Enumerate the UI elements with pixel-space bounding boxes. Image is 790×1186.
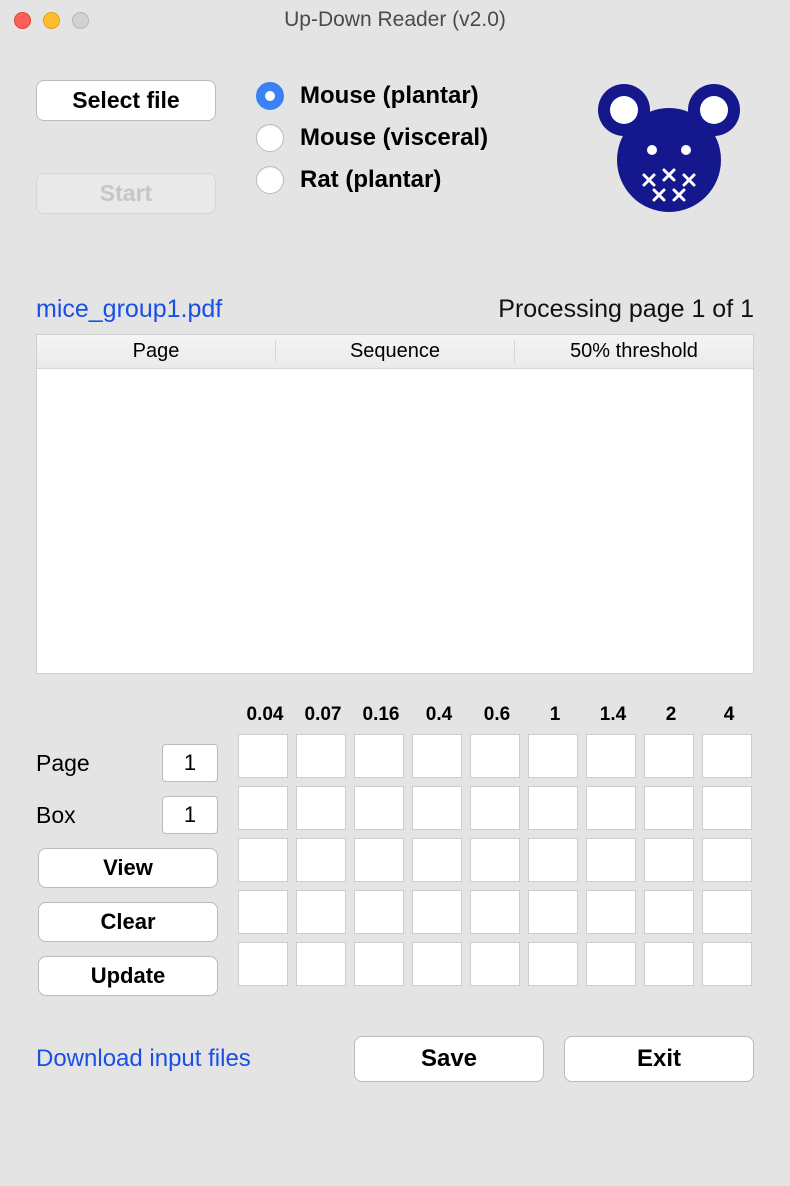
file-name-link[interactable]: mice_group1.pdf (36, 295, 222, 324)
view-button[interactable]: View (38, 848, 218, 888)
grid-cell[interactable] (470, 942, 520, 986)
grid-cell[interactable] (412, 786, 462, 830)
grid-cell[interactable] (528, 734, 578, 778)
grid-cell[interactable] (354, 734, 404, 778)
species-radio-group: Mouse (plantar) Mouse (visceral) Rat (pl… (256, 80, 488, 194)
grid-cell[interactable] (238, 838, 288, 882)
grid-cell[interactable] (412, 838, 462, 882)
grid-cell[interactable] (470, 890, 520, 934)
grid-cell[interactable] (586, 838, 636, 882)
grid-row (238, 942, 754, 986)
grid-cell[interactable] (702, 838, 752, 882)
radio-rat-plantar[interactable]: Rat (plantar) (256, 166, 488, 194)
filament-header: 1.4 (588, 704, 638, 726)
grid-cell[interactable] (528, 890, 578, 934)
box-input[interactable]: 1 (162, 796, 218, 834)
mouse-logo-icon (594, 80, 744, 225)
column-header-threshold[interactable]: 50% threshold (515, 340, 753, 363)
grid-cell[interactable] (296, 942, 346, 986)
radio-label: Rat (plantar) (300, 166, 441, 194)
radio-icon (256, 166, 284, 194)
grid-row (238, 734, 754, 778)
titlebar: Up-Down Reader (v2.0) (0, 0, 790, 40)
grid-cell[interactable] (354, 890, 404, 934)
exit-button[interactable]: Exit (564, 1036, 754, 1082)
filament-header: 0.04 (240, 704, 290, 726)
filament-header: 0.6 (472, 704, 522, 726)
filament-header: 2 (646, 704, 696, 726)
filament-header: 0.4 (414, 704, 464, 726)
page-label: Page (36, 750, 90, 777)
filament-header: 1 (530, 704, 580, 726)
grid-cell[interactable] (238, 786, 288, 830)
filament-header: 4 (704, 704, 754, 726)
grid-cell[interactable] (586, 734, 636, 778)
radio-icon (256, 124, 284, 152)
grid-row (238, 890, 754, 934)
radio-icon (256, 82, 284, 110)
page-input[interactable]: 1 (162, 744, 218, 782)
grid-cell[interactable] (238, 890, 288, 934)
grid-cell[interactable] (296, 786, 346, 830)
grid-cell[interactable] (528, 786, 578, 830)
grid-cell[interactable] (238, 942, 288, 986)
download-link[interactable]: Download input files (36, 1045, 251, 1073)
grid-cell[interactable] (470, 838, 520, 882)
response-grid (238, 734, 754, 986)
minimize-icon[interactable] (43, 12, 60, 29)
grid-cell[interactable] (412, 942, 462, 986)
grid-row (238, 786, 754, 830)
grid-cell[interactable] (586, 786, 636, 830)
grid-cell[interactable] (644, 942, 694, 986)
radio-label: Mouse (plantar) (300, 82, 479, 110)
select-file-button[interactable]: Select file (36, 80, 216, 121)
update-button[interactable]: Update (38, 956, 218, 996)
close-icon[interactable] (14, 12, 31, 29)
grid-cell[interactable] (296, 734, 346, 778)
grid-cell[interactable] (296, 890, 346, 934)
grid-cell[interactable] (702, 786, 752, 830)
radio-mouse-plantar[interactable]: Mouse (plantar) (256, 82, 488, 110)
grid-cell[interactable] (586, 942, 636, 986)
window-controls (14, 12, 89, 29)
processing-status: Processing page 1 of 1 (498, 295, 754, 324)
window-title: Up-Down Reader (v2.0) (0, 8, 790, 32)
grid-cell[interactable] (412, 734, 462, 778)
results-table: Page Sequence 50% threshold (36, 334, 754, 674)
filament-header: 0.16 (356, 704, 406, 726)
grid-cell[interactable] (354, 942, 404, 986)
grid-cell[interactable] (586, 890, 636, 934)
grid-cell[interactable] (470, 734, 520, 778)
grid-cell[interactable] (702, 942, 752, 986)
grid-cell[interactable] (644, 890, 694, 934)
grid-cell[interactable] (702, 890, 752, 934)
box-label: Box (36, 802, 76, 829)
filament-headers: 0.04 0.07 0.16 0.4 0.6 1 1.4 24 (238, 704, 754, 726)
grid-cell[interactable] (238, 734, 288, 778)
grid-cell[interactable] (470, 786, 520, 830)
start-button: Start (36, 173, 216, 214)
clear-button[interactable]: Clear (38, 902, 218, 942)
grid-row (238, 838, 754, 882)
column-header-sequence[interactable]: Sequence (276, 340, 515, 363)
grid-cell[interactable] (644, 786, 694, 830)
grid-cell[interactable] (412, 890, 462, 934)
radio-mouse-visceral[interactable]: Mouse (visceral) (256, 124, 488, 152)
grid-cell[interactable] (296, 838, 346, 882)
grid-cell[interactable] (644, 734, 694, 778)
save-button[interactable]: Save (354, 1036, 544, 1082)
grid-cell[interactable] (354, 786, 404, 830)
grid-cell[interactable] (528, 942, 578, 986)
grid-cell[interactable] (702, 734, 752, 778)
grid-cell[interactable] (528, 838, 578, 882)
maximize-icon (72, 12, 89, 29)
radio-label: Mouse (visceral) (300, 124, 488, 152)
grid-cell[interactable] (354, 838, 404, 882)
filament-header: 0.07 (298, 704, 348, 726)
column-header-page[interactable]: Page (37, 340, 276, 363)
grid-cell[interactable] (644, 838, 694, 882)
